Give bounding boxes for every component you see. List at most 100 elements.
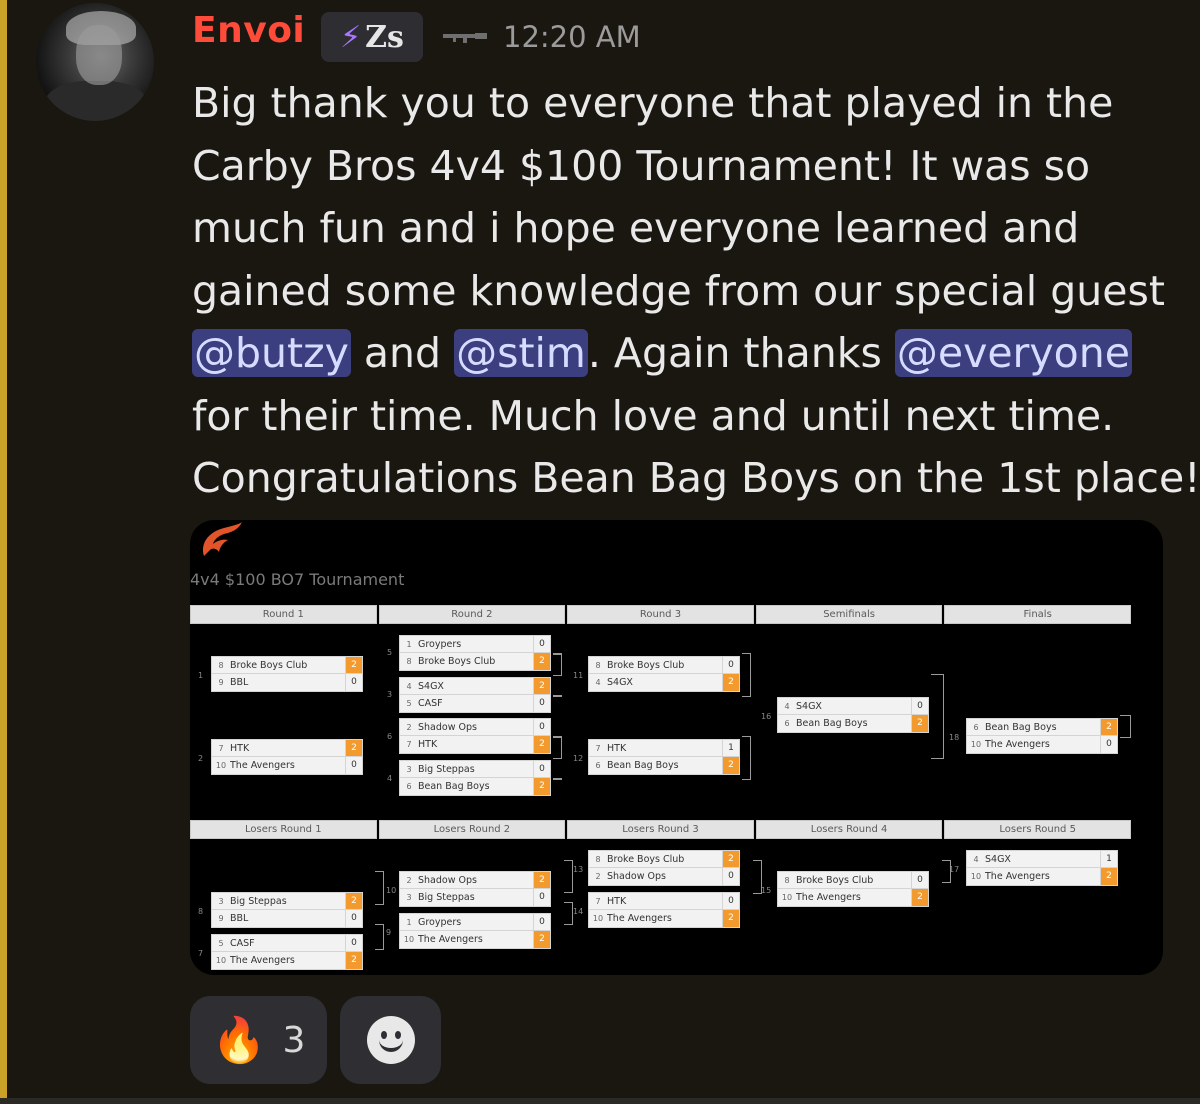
add-reaction-button[interactable] xyxy=(340,996,441,1084)
losers-round-headers: Losers Round 1 Losers Round 2 Losers Round… xyxy=(190,820,1133,839)
team-name: S4GX xyxy=(607,677,633,688)
match-number: 1 xyxy=(198,671,204,680)
team-seed: 6 xyxy=(595,761,601,770)
team-score: 0 xyxy=(533,914,550,930)
bracket-match[interactable]: 4 S4GX 0 6 Bean Bag Boys 2 xyxy=(777,697,929,733)
team-score: 2 xyxy=(911,715,928,732)
team-name: Big Steppas xyxy=(418,892,475,903)
team-score: 0 xyxy=(345,935,362,951)
team-seed: 7 xyxy=(595,743,601,753)
bracket-match[interactable]: 3 Big Steppas 2 9 BBL 0 xyxy=(211,892,363,928)
bracket-match[interactable]: 4 S4GX 1 10 The Avengers 2 xyxy=(966,850,1118,886)
match-number: 10 xyxy=(386,886,397,895)
team-seed: 8 xyxy=(218,660,224,670)
bracket-match[interactable]: 1 Groypers 0 8 Broke Boys Club 2 xyxy=(399,635,551,671)
bracket-match[interactable]: 1 Groypers 0 10 The Avengers 2 xyxy=(399,913,551,949)
bracket-match[interactable]: 8 Broke Boys Club 0 10 The Avengers 2 xyxy=(777,871,929,907)
team-score: 0 xyxy=(533,636,550,652)
bracket-match[interactable]: 7 HTK 2 10 The Avengers 0 xyxy=(211,739,363,775)
team-name: Big Steppas xyxy=(230,895,287,907)
team-seed: 4 xyxy=(406,681,412,691)
team-seed: 7 xyxy=(595,896,601,906)
match-number: 5 xyxy=(387,648,393,657)
message-line: much fun and i hope everyone learned and xyxy=(192,204,1080,252)
match-team-row: 6 Bean Bag Boys 2 xyxy=(588,757,740,775)
team-score: 0 xyxy=(1100,736,1117,753)
bracket-match[interactable]: 8 Broke Boys Club 0 4 S4GX 2 xyxy=(588,656,740,692)
team-seed: 6 xyxy=(784,719,790,728)
bracket-match[interactable]: 6 Bean Bag Boys 2 10 The Avengers 0 xyxy=(966,718,1118,754)
bracket-connector xyxy=(942,860,951,883)
team-seed: 3 xyxy=(406,764,412,774)
team-name: Broke Boys Club xyxy=(418,656,496,667)
match-team-row: 6 Bean Bag Boys 2 xyxy=(399,778,551,796)
match-team-row: 5 CASF 0 xyxy=(399,695,551,713)
bracket-image-attachment[interactable]: 4v4 $100 BO7 Tournament Round 1 Round 2 Ro… xyxy=(190,520,1163,975)
match-number: 3 xyxy=(387,690,393,699)
match-team-row: 5 CASF 0 xyxy=(211,934,363,952)
team-score: 2 xyxy=(345,657,362,673)
mention-stim[interactable]: @stim xyxy=(454,329,588,377)
team-name: The Avengers xyxy=(985,739,1050,750)
mention-everyone[interactable]: @everyone xyxy=(894,329,1132,377)
match-team-row: 2 Shadow Ops 0 xyxy=(399,718,551,736)
lightning-bolt-icon: ⚡ xyxy=(340,19,362,55)
round-header: Round 3 xyxy=(567,605,754,624)
team-name: HTK xyxy=(230,742,250,754)
match-number: 2 xyxy=(198,754,204,763)
team-seed: 2 xyxy=(595,872,601,881)
team-score: 2 xyxy=(533,931,550,948)
author-username[interactable]: Envoi xyxy=(192,10,305,51)
team-score: 2 xyxy=(533,778,550,795)
bracket-connector xyxy=(931,674,944,759)
reaction-count: 3 xyxy=(282,1019,306,1061)
team-name: Groypers xyxy=(418,916,462,928)
team-score: 0 xyxy=(722,657,739,673)
bracket-match[interactable]: 2 Shadow Ops 2 3 Big Steppas 0 xyxy=(399,871,551,907)
match-team-row: 7 HTK 1 xyxy=(588,739,740,757)
round-header: Losers Round 4 xyxy=(755,820,943,839)
bracket-match[interactable]: 3 Big Steppas 0 6 Bean Bag Boys 2 xyxy=(399,760,551,796)
author-avatar[interactable] xyxy=(36,3,154,121)
bracket-connector xyxy=(375,871,384,905)
team-seed: 8 xyxy=(595,660,601,670)
team-name: Broke Boys Club xyxy=(796,874,874,886)
team-seed: 4 xyxy=(595,678,601,687)
mention-butzy[interactable]: @butzy xyxy=(192,329,351,377)
bracket-match[interactable]: 4 S4GX 2 5 CASF 0 xyxy=(399,677,551,713)
match-team-row: 4 S4GX 2 xyxy=(399,677,551,695)
team-score: 2 xyxy=(533,736,550,753)
match-team-row: 10 The Avengers 2 xyxy=(588,910,740,928)
round-header: Losers Round 5 xyxy=(944,820,1131,839)
match-number: 14 xyxy=(573,907,584,916)
team-seed: 5 xyxy=(218,938,224,948)
bracket-match[interactable]: 8 Broke Boys Club 2 2 Shadow Ops 0 xyxy=(588,850,740,886)
team-score: 0 xyxy=(533,889,550,906)
match-number: 8 xyxy=(198,907,204,916)
team-score: 2 xyxy=(345,740,362,756)
bracket-match[interactable]: 2 Shadow Ops 0 7 HTK 2 xyxy=(399,718,551,754)
match-team-row: 8 Broke Boys Club 0 xyxy=(777,871,929,889)
round-header: Losers Round 3 xyxy=(567,820,754,839)
team-name: Shadow Ops xyxy=(418,721,477,733)
match-team-row: 10 The Avengers 2 xyxy=(777,889,929,907)
bracket-match[interactable]: 7 HTK 1 6 Bean Bag Boys 2 xyxy=(588,739,740,775)
team-score: 0 xyxy=(345,910,362,927)
bracket-match[interactable]: 7 HTK 0 10 The Avengers 2 xyxy=(588,892,740,928)
team-seed: 10 xyxy=(970,872,982,881)
match-team-row: 8 Broke Boys Club 2 xyxy=(588,850,740,868)
team-seed: 10 xyxy=(215,761,227,770)
bracket-match[interactable]: 5 CASF 0 10 The Avengers 2 xyxy=(211,934,363,970)
team-seed: 2 xyxy=(406,722,412,732)
bracket-match[interactable]: 8 Broke Boys Club 2 9 BBL 0 xyxy=(211,656,363,692)
server-tag-text: Zs xyxy=(365,19,404,55)
bracket-connector xyxy=(553,778,562,780)
team-name: BBL xyxy=(230,677,249,688)
match-team-row: 7 HTK 0 xyxy=(588,892,740,910)
team-name: S4GX xyxy=(418,680,444,692)
bracket-connector xyxy=(375,924,384,950)
team-name: HTK xyxy=(418,739,438,750)
server-tag[interactable]: ⚡ Zs xyxy=(321,12,423,62)
reaction-fire[interactable]: 🔥 3 xyxy=(190,996,327,1084)
team-score: 2 xyxy=(345,952,362,969)
